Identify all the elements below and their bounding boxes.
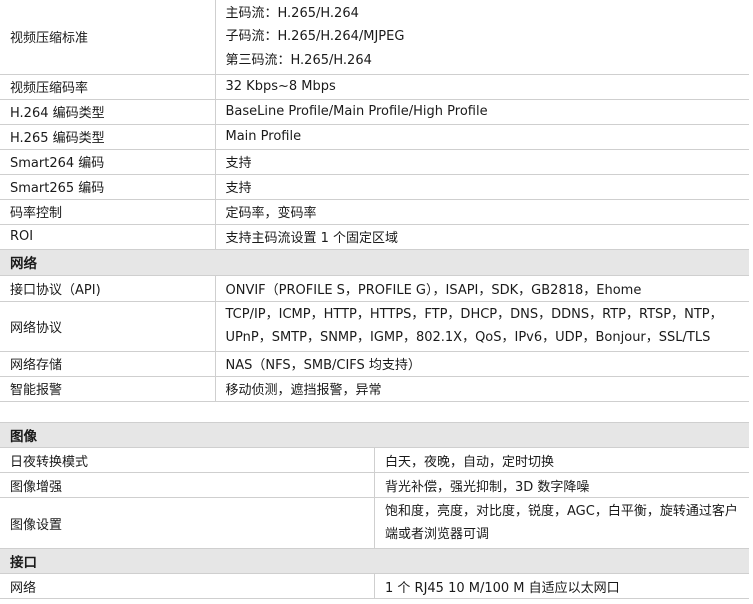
row-value: 移动侦测，遮挡报警，异常 xyxy=(215,376,749,402)
row-label: 网络存储 xyxy=(0,351,216,377)
row-value: 定码率，变码率 xyxy=(215,199,749,225)
table-row: 视频压缩标准 主码流：H.265/H.264 子码流：H.265/H.264/M… xyxy=(0,0,749,75)
section-title: 网络 xyxy=(0,249,749,276)
row-value: 背光补偿，强光抑制，3D 数字降噪 xyxy=(374,472,749,498)
row-value: 支持主码流设置 1 个固定区域 xyxy=(215,224,749,250)
row-value: 支持 xyxy=(215,174,749,200)
table-row: 网络存储 NAS（NFS，SMB/CIFS 均支持） xyxy=(0,351,749,377)
row-label: 网络协议 xyxy=(0,301,216,352)
row-value: TCP/IP，ICMP，HTTP，HTTPS，FTP，DHCP，DNS，DDNS… xyxy=(215,301,749,352)
row-label: H.265 编码类型 xyxy=(0,124,216,150)
table-row: 接口协议（API) ONVIF（PROFILE S，PROFILE G），ISA… xyxy=(0,275,749,302)
value-line: UPnP，SMTP，SNMP，IGMP，802.1X，QoS，IPv6，UDP，… xyxy=(225,330,711,345)
row-label: 网络 xyxy=(0,573,375,599)
row-label: 智能报警 xyxy=(0,376,216,402)
spec-table-video-network: 视频压缩标准 主码流：H.265/H.264 子码流：H.265/H.264/M… xyxy=(0,0,749,402)
table-row: 智能报警 移动侦测，遮挡报警，异常 xyxy=(0,376,749,402)
row-value: ONVIF（PROFILE S，PROFILE G），ISAPI，SDK，GB2… xyxy=(215,275,749,302)
section-header-interface: 接口 xyxy=(0,548,749,574)
row-label: ROI xyxy=(0,224,216,250)
table-row: ROI 支持主码流设置 1 个固定区域 xyxy=(0,224,749,250)
row-value: 32 Kbps~8 Mbps xyxy=(215,74,749,100)
row-value: NAS（NFS，SMB/CIFS 均支持） xyxy=(215,351,749,377)
table-row: 图像设置 饱和度，亮度，对比度，锐度，AGC，白平衡，旋转通过客户端或者浏览器可… xyxy=(0,497,749,549)
row-value: 主码流：H.265/H.264 子码流：H.265/H.264/MJPEG 第三… xyxy=(215,0,749,75)
table-row: Smart265 编码 支持 xyxy=(0,174,749,200)
value-line: 第三码流：H.265/H.264 xyxy=(225,52,372,68)
table-row: 视频压缩码率 32 Kbps~8 Mbps xyxy=(0,74,749,100)
row-value: 白天，夜晚，自动，定时切换 xyxy=(374,447,749,473)
table-row: 网络协议 TCP/IP，ICMP，HTTP，HTTPS，FTP，DHCP，DNS… xyxy=(0,301,749,352)
section-header-image: 图像 xyxy=(0,422,749,448)
value-line: 主码流：H.265/H.264 xyxy=(225,5,359,21)
spec-table-image-interface: 图像 日夜转换模式 白天，夜晚，自动，定时切换 图像增强 背光补偿，强光抑制，3… xyxy=(0,422,749,599)
table-row: 码率控制 定码率，变码率 xyxy=(0,199,749,225)
value-line: 子码流：H.265/H.264/MJPEG xyxy=(225,29,405,44)
row-label: 图像增强 xyxy=(0,472,375,498)
row-label: 码率控制 xyxy=(0,199,216,225)
row-label: H.264 编码类型 xyxy=(0,99,216,125)
table-row: 日夜转换模式 白天，夜晚，自动，定时切换 xyxy=(0,447,749,473)
row-value: 1 个 RJ45 10 M/100 M 自适应以太网口 xyxy=(374,573,749,599)
row-value: 支持 xyxy=(215,149,749,175)
section-title: 接口 xyxy=(0,548,749,574)
row-value: 饱和度，亮度，对比度，锐度，AGC，白平衡，旋转通过客户端或者浏览器可调 xyxy=(374,497,749,549)
section-title: 图像 xyxy=(0,422,749,448)
section-header-network: 网络 xyxy=(0,249,749,276)
row-label: 视频压缩码率 xyxy=(0,74,216,100)
row-value: BaseLine Profile/Main Profile/High Profi… xyxy=(215,99,749,125)
table-row: H.265 编码类型 Main Profile xyxy=(0,124,749,150)
row-label: 视频压缩标准 xyxy=(0,0,216,75)
row-value: Main Profile xyxy=(215,124,749,150)
row-label: 日夜转换模式 xyxy=(0,447,375,473)
row-label: Smart265 编码 xyxy=(0,174,216,200)
row-label: Smart264 编码 xyxy=(0,149,216,175)
value-line: TCP/IP，ICMP，HTTP，HTTPS，FTP，DHCP，DNS，DDNS… xyxy=(225,306,723,322)
row-label: 图像设置 xyxy=(0,497,375,549)
table-row: 网络 1 个 RJ45 10 M/100 M 自适应以太网口 xyxy=(0,573,749,599)
table-row: H.264 编码类型 BaseLine Profile/Main Profile… xyxy=(0,99,749,125)
table-row: 图像增强 背光补偿，强光抑制，3D 数字降噪 xyxy=(0,472,749,498)
table-row: Smart264 编码 支持 xyxy=(0,149,749,175)
row-label: 接口协议（API) xyxy=(0,275,216,302)
